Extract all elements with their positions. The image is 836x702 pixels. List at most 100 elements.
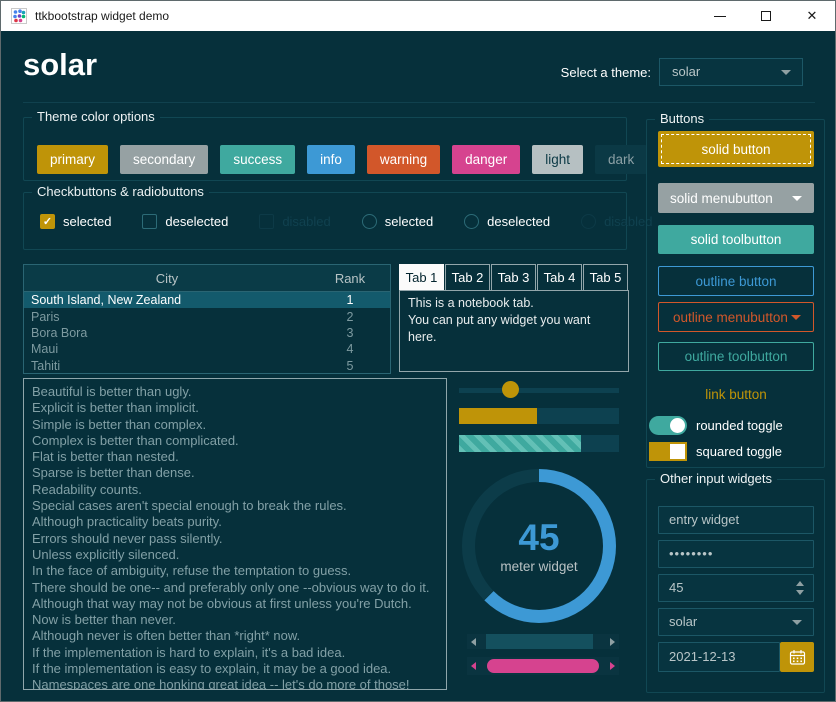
squared-toggle-label: squared toggle xyxy=(696,444,782,459)
rounded-scrollbar[interactable] xyxy=(467,657,619,675)
meter-value: 45 xyxy=(518,519,559,556)
secondary-button[interactable]: secondary xyxy=(120,145,208,174)
calendar-icon xyxy=(789,649,806,666)
password-field[interactable]: •••••••• xyxy=(658,540,814,568)
light-button[interactable]: light xyxy=(532,145,583,174)
toggle-on-icon[interactable] xyxy=(649,442,687,461)
titlebar: ttkbootstrap widget demo ✕ xyxy=(1,1,835,31)
buttons-frame: Buttons solid button solid menubutton so… xyxy=(646,119,825,468)
column-header-city[interactable]: City xyxy=(24,271,310,286)
app-icon xyxy=(11,8,27,24)
entry-widget[interactable]: entry widget xyxy=(658,506,814,534)
radio-deselected-icon xyxy=(464,214,479,229)
checkbox-selected[interactable]: ✓ selected xyxy=(40,214,111,229)
solid-toolbutton[interactable]: solid toolbutton xyxy=(658,225,814,254)
tab-2[interactable]: Tab 2 xyxy=(445,264,490,290)
progressbar-striped xyxy=(459,435,619,452)
scroll-left-icon[interactable] xyxy=(471,638,476,646)
primary-button[interactable]: primary xyxy=(37,145,108,174)
spinbox[interactable]: 45 xyxy=(658,574,814,602)
scale-slider[interactable] xyxy=(459,381,619,399)
checkbox-deselected[interactable]: deselected xyxy=(142,214,228,229)
table-row[interactable]: Maui 4 xyxy=(24,341,390,357)
toggle-knob xyxy=(670,444,685,459)
meter-widget: 45 meter widget xyxy=(462,469,616,623)
dark-button[interactable]: dark xyxy=(595,145,647,174)
app-window: ttkbootstrap widget demo ✕ solar Select … xyxy=(0,0,836,702)
date-entry[interactable]: 2021-12-13 xyxy=(658,642,780,672)
radio-selected-icon xyxy=(362,214,377,229)
cell-rank: 3 xyxy=(310,326,390,340)
cell-city: South Island, New Zealand xyxy=(24,293,310,307)
scrollbar-handle[interactable] xyxy=(486,634,593,649)
city-table: City Rank South Island, New Zealand 1 Pa… xyxy=(23,264,391,374)
success-button[interactable]: success xyxy=(220,145,295,174)
scroll-left-icon[interactable] xyxy=(471,662,476,670)
warning-button[interactable]: warning xyxy=(367,145,440,174)
radio-disabled-icon xyxy=(581,214,596,229)
column-header-rank[interactable]: Rank xyxy=(310,271,390,286)
close-icon: ✕ xyxy=(807,8,818,24)
checkbox-deselected-label: deselected xyxy=(165,214,228,229)
tab-5[interactable]: Tab 5 xyxy=(583,264,628,290)
chevron-down-icon xyxy=(791,315,801,320)
cell-rank: 2 xyxy=(310,310,390,324)
solid-button[interactable]: solid button xyxy=(658,131,814,167)
spinbox-arrows xyxy=(796,581,804,595)
checkbuttons-frame-label: Checkbuttons & radiobuttons xyxy=(32,184,209,199)
theme-select-label: Select a theme: xyxy=(471,65,651,80)
minimize-button[interactable] xyxy=(697,1,743,31)
table-header[interactable]: City Rank xyxy=(24,265,390,292)
toggle-on-icon[interactable] xyxy=(649,416,687,435)
tab-1[interactable]: Tab 1 xyxy=(399,264,444,290)
window-title: ttkbootstrap widget demo xyxy=(35,9,169,23)
meter-text: 45 meter widget xyxy=(462,469,616,623)
combobox[interactable]: solar xyxy=(658,608,814,636)
cell-rank: 5 xyxy=(310,359,390,373)
outline-menubutton-label: outline menubutton xyxy=(673,310,788,325)
maximize-button[interactable] xyxy=(743,1,789,31)
close-button[interactable]: ✕ xyxy=(789,1,835,31)
chevron-down-icon xyxy=(792,196,802,201)
theme-colors-frame-label: Theme color options xyxy=(32,109,160,124)
scroll-right-icon[interactable] xyxy=(610,662,615,670)
scroll-right-icon[interactable] xyxy=(610,638,615,646)
table-row[interactable]: South Island, New Zealand 1 xyxy=(24,292,390,308)
link-button[interactable]: link button xyxy=(658,382,814,406)
cell-city: Bora Bora xyxy=(24,326,310,340)
chevron-down-icon xyxy=(781,70,791,75)
page-title: solar xyxy=(23,47,97,83)
meter-label: meter widget xyxy=(500,559,577,574)
spin-up-icon[interactable] xyxy=(796,581,804,586)
checkbox-checked-icon: ✓ xyxy=(40,214,55,229)
outline-menubutton[interactable]: outline menubutton xyxy=(658,302,814,332)
horizontal-scrollbar[interactable] xyxy=(467,634,619,649)
table-row[interactable]: Tahiti 5 xyxy=(24,358,390,374)
outline-button[interactable]: outline button xyxy=(658,266,814,296)
radio-selected-label: selected xyxy=(385,214,433,229)
zen-text-area[interactable]: Beautiful is better than ugly. Explicit … xyxy=(23,378,447,690)
theme-combobox-value: solar xyxy=(672,64,700,79)
rounded-toggle[interactable]: rounded toggle xyxy=(649,416,783,435)
progressbar-striped-fill xyxy=(459,435,581,452)
danger-button[interactable]: danger xyxy=(452,145,520,174)
spin-down-icon[interactable] xyxy=(796,590,804,595)
theme-combobox[interactable]: solar xyxy=(659,58,803,86)
info-button[interactable]: info xyxy=(307,145,355,174)
checkbuttons-row: ✓ selected deselected disabled selected … xyxy=(40,214,653,229)
tab-3[interactable]: Tab 3 xyxy=(491,264,536,290)
cell-city: Tahiti xyxy=(24,359,310,373)
table-row[interactable]: Paris 2 xyxy=(24,308,390,324)
squared-toggle[interactable]: squared toggle xyxy=(649,442,782,461)
calendar-button[interactable] xyxy=(780,642,814,672)
solid-menubutton[interactable]: solid menubutton xyxy=(658,183,814,213)
slider-handle[interactable] xyxy=(502,381,519,398)
scrollbar-handle[interactable] xyxy=(487,659,599,673)
radio-selected[interactable]: selected xyxy=(362,214,433,229)
table-row[interactable]: Bora Bora 3 xyxy=(24,325,390,341)
outline-toolbutton[interactable]: outline toolbutton xyxy=(658,342,814,371)
radio-deselected[interactable]: deselected xyxy=(464,214,550,229)
tab-4[interactable]: Tab 4 xyxy=(537,264,582,290)
cell-rank: 4 xyxy=(310,342,390,356)
checkbox-selected-label: selected xyxy=(63,214,111,229)
